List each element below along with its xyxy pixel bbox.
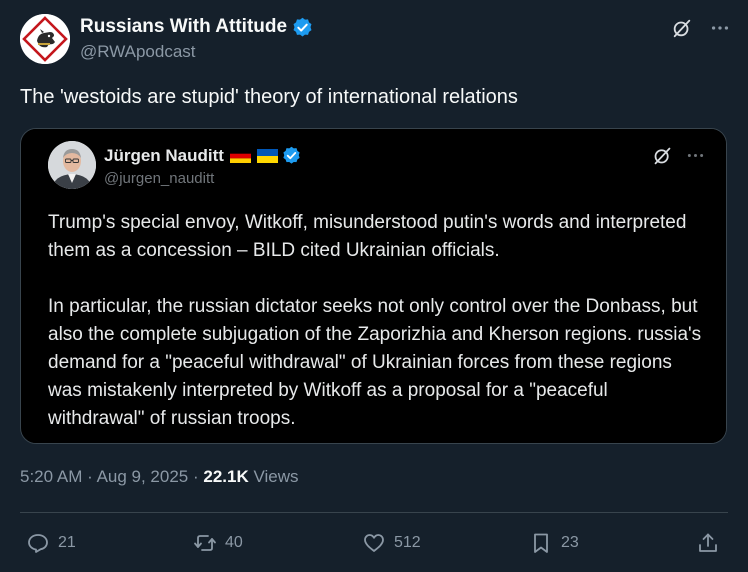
quoted-grok-icon[interactable] bbox=[652, 145, 673, 171]
reply-button[interactable]: 21 bbox=[26, 526, 76, 560]
person-photo-icon bbox=[48, 141, 96, 189]
bookmark-button[interactable]: 23 bbox=[529, 526, 579, 560]
author-info: Russians With Attitude @RWApodcast bbox=[80, 16, 313, 62]
bookmark-count: 23 bbox=[561, 534, 579, 551]
quoted-verified-badge-icon[interactable] bbox=[282, 146, 303, 167]
more-options-icon[interactable] bbox=[708, 16, 732, 40]
tweet-card: Russians With Attitude @RWApodcast The '… bbox=[0, 0, 748, 572]
grok-icon[interactable] bbox=[670, 16, 694, 40]
reply-count: 21 bbox=[58, 534, 76, 551]
germany-flag-icon bbox=[229, 149, 251, 163]
repost-icon bbox=[194, 535, 216, 551]
tweet-header: Russians With Attitude @RWApodcast bbox=[20, 14, 732, 66]
quoted-tweet[interactable]: Jürgen Nauditt @jurgen_nauditt Trump's s… bbox=[20, 128, 727, 444]
share-button[interactable] bbox=[696, 526, 720, 560]
verified-badge-icon[interactable] bbox=[292, 17, 313, 38]
views-label: Views bbox=[253, 467, 299, 486]
tweet-actions-bar: 21 40 512 23 bbox=[20, 526, 728, 560]
bookmark-icon bbox=[534, 533, 548, 553]
quoted-display-name[interactable]: Jürgen Nauditt bbox=[104, 146, 224, 166]
dog-diamond-logo-icon bbox=[20, 14, 70, 64]
ukraine-flag-icon bbox=[256, 149, 278, 163]
quoted-more-options-icon[interactable] bbox=[685, 145, 706, 171]
meta-separator: · bbox=[87, 467, 97, 486]
heart-icon bbox=[364, 534, 384, 552]
header-actions bbox=[670, 16, 732, 40]
divider bbox=[20, 512, 728, 513]
quoted-paragraph-1: Trump's special envoy, Witkoff, misunder… bbox=[48, 212, 687, 261]
author-name-row: Russians With Attitude bbox=[80, 16, 313, 38]
share-icon bbox=[699, 533, 717, 552]
like-count: 512 bbox=[394, 534, 421, 551]
tweet-date[interactable]: Aug 9, 2025 bbox=[97, 467, 189, 486]
quoted-tweet-body: Trump's special envoy, Witkoff, misunder… bbox=[48, 209, 706, 443]
quoted-header-actions bbox=[652, 145, 706, 171]
quoted-name-row: Jürgen Nauditt bbox=[104, 145, 303, 167]
author-handle[interactable]: @RWApodcast bbox=[80, 42, 313, 62]
repost-count: 40 bbox=[225, 534, 243, 551]
quoted-tweet-inner: Jürgen Nauditt @jurgen_nauditt Trump's s… bbox=[28, 129, 726, 443]
reply-icon bbox=[28, 534, 48, 553]
author-avatar[interactable] bbox=[20, 14, 70, 64]
like-button[interactable]: 512 bbox=[362, 526, 421, 560]
quoted-paragraph-2: In particular, the russian dictator seek… bbox=[48, 296, 702, 429]
views-count[interactable]: 22.1K bbox=[203, 467, 248, 486]
repost-button[interactable]: 40 bbox=[193, 526, 243, 560]
quoted-handle[interactable]: @jurgen_nauditt bbox=[104, 170, 303, 187]
author-display-name[interactable]: Russians With Attitude bbox=[80, 16, 287, 38]
meta-separator: · bbox=[193, 467, 204, 486]
tweet-meta: 5:20 AM · Aug 9, 2025 · 22.1K Views bbox=[20, 467, 299, 487]
tweet-text: The 'westoids are stupid' theory of inte… bbox=[20, 86, 518, 108]
tweet-time[interactable]: 5:20 AM bbox=[20, 467, 82, 486]
quoted-author-info: Jürgen Nauditt @jurgen_nauditt bbox=[104, 145, 303, 187]
quoted-author-avatar[interactable] bbox=[48, 141, 96, 189]
